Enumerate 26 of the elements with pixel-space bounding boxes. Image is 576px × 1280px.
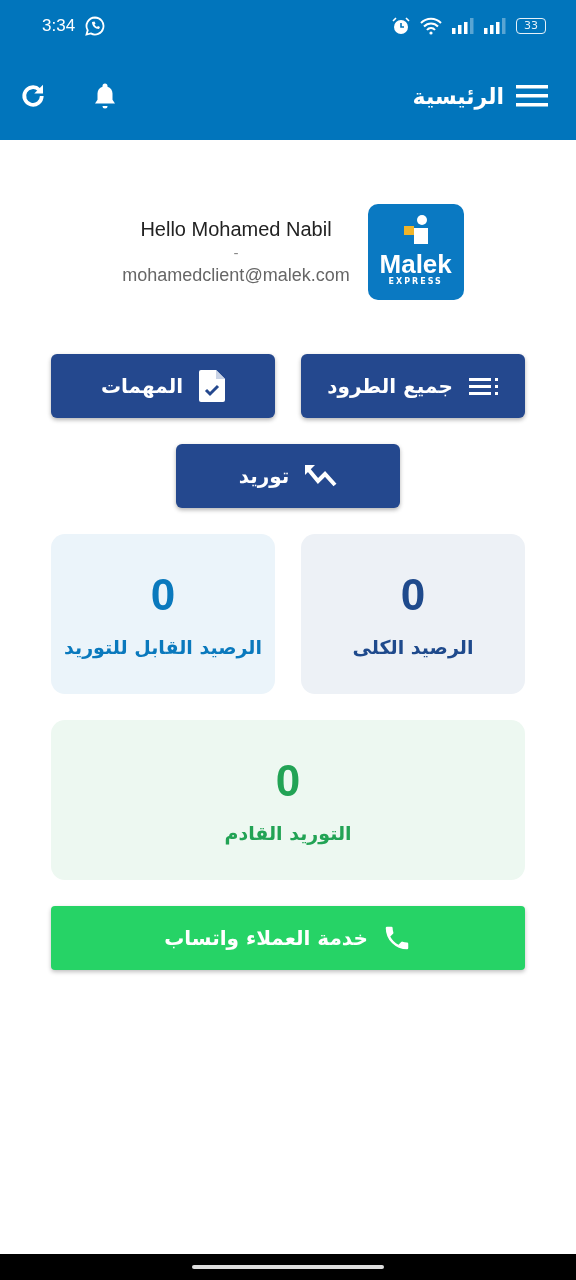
stat-value: 0: [275, 756, 301, 806]
status-time: 3:34: [42, 16, 76, 36]
battery-indicator: 33: [516, 18, 546, 34]
alarm-icon: [392, 17, 410, 35]
separator-text: -: [233, 245, 239, 261]
stat-label: التوريد القادم: [224, 822, 352, 844]
menu-button[interactable]: [516, 84, 548, 108]
action-button[interactable]: المهمات: [51, 354, 275, 418]
signal-icon: [484, 18, 506, 34]
signal-icon: [452, 18, 474, 34]
wifi-icon: [420, 17, 442, 35]
logo-tagline: EXPRESS: [388, 277, 443, 286]
stat-label: الرصيد الكلى: [352, 636, 474, 658]
action-button[interactable]: توريد: [176, 444, 400, 508]
email-text: mohamedclient@malek.com: [122, 265, 350, 286]
stat-value: 0: [400, 570, 426, 620]
document-check-icon: [199, 370, 225, 402]
trend-arrow-icon: [305, 465, 338, 487]
chat-bubble-icon: [85, 16, 106, 36]
logo-name: Malek: [379, 251, 452, 277]
stat-label: الرصيد القابل للتوريد: [64, 636, 262, 658]
list-icon: [468, 375, 499, 397]
page-title: الرئيسية: [412, 83, 504, 109]
greeting-text: Hello Mohamed Nabil: [140, 218, 332, 241]
action-button[interactable]: جميع الطرود: [301, 354, 525, 418]
stat-value: 0: [150, 570, 176, 620]
